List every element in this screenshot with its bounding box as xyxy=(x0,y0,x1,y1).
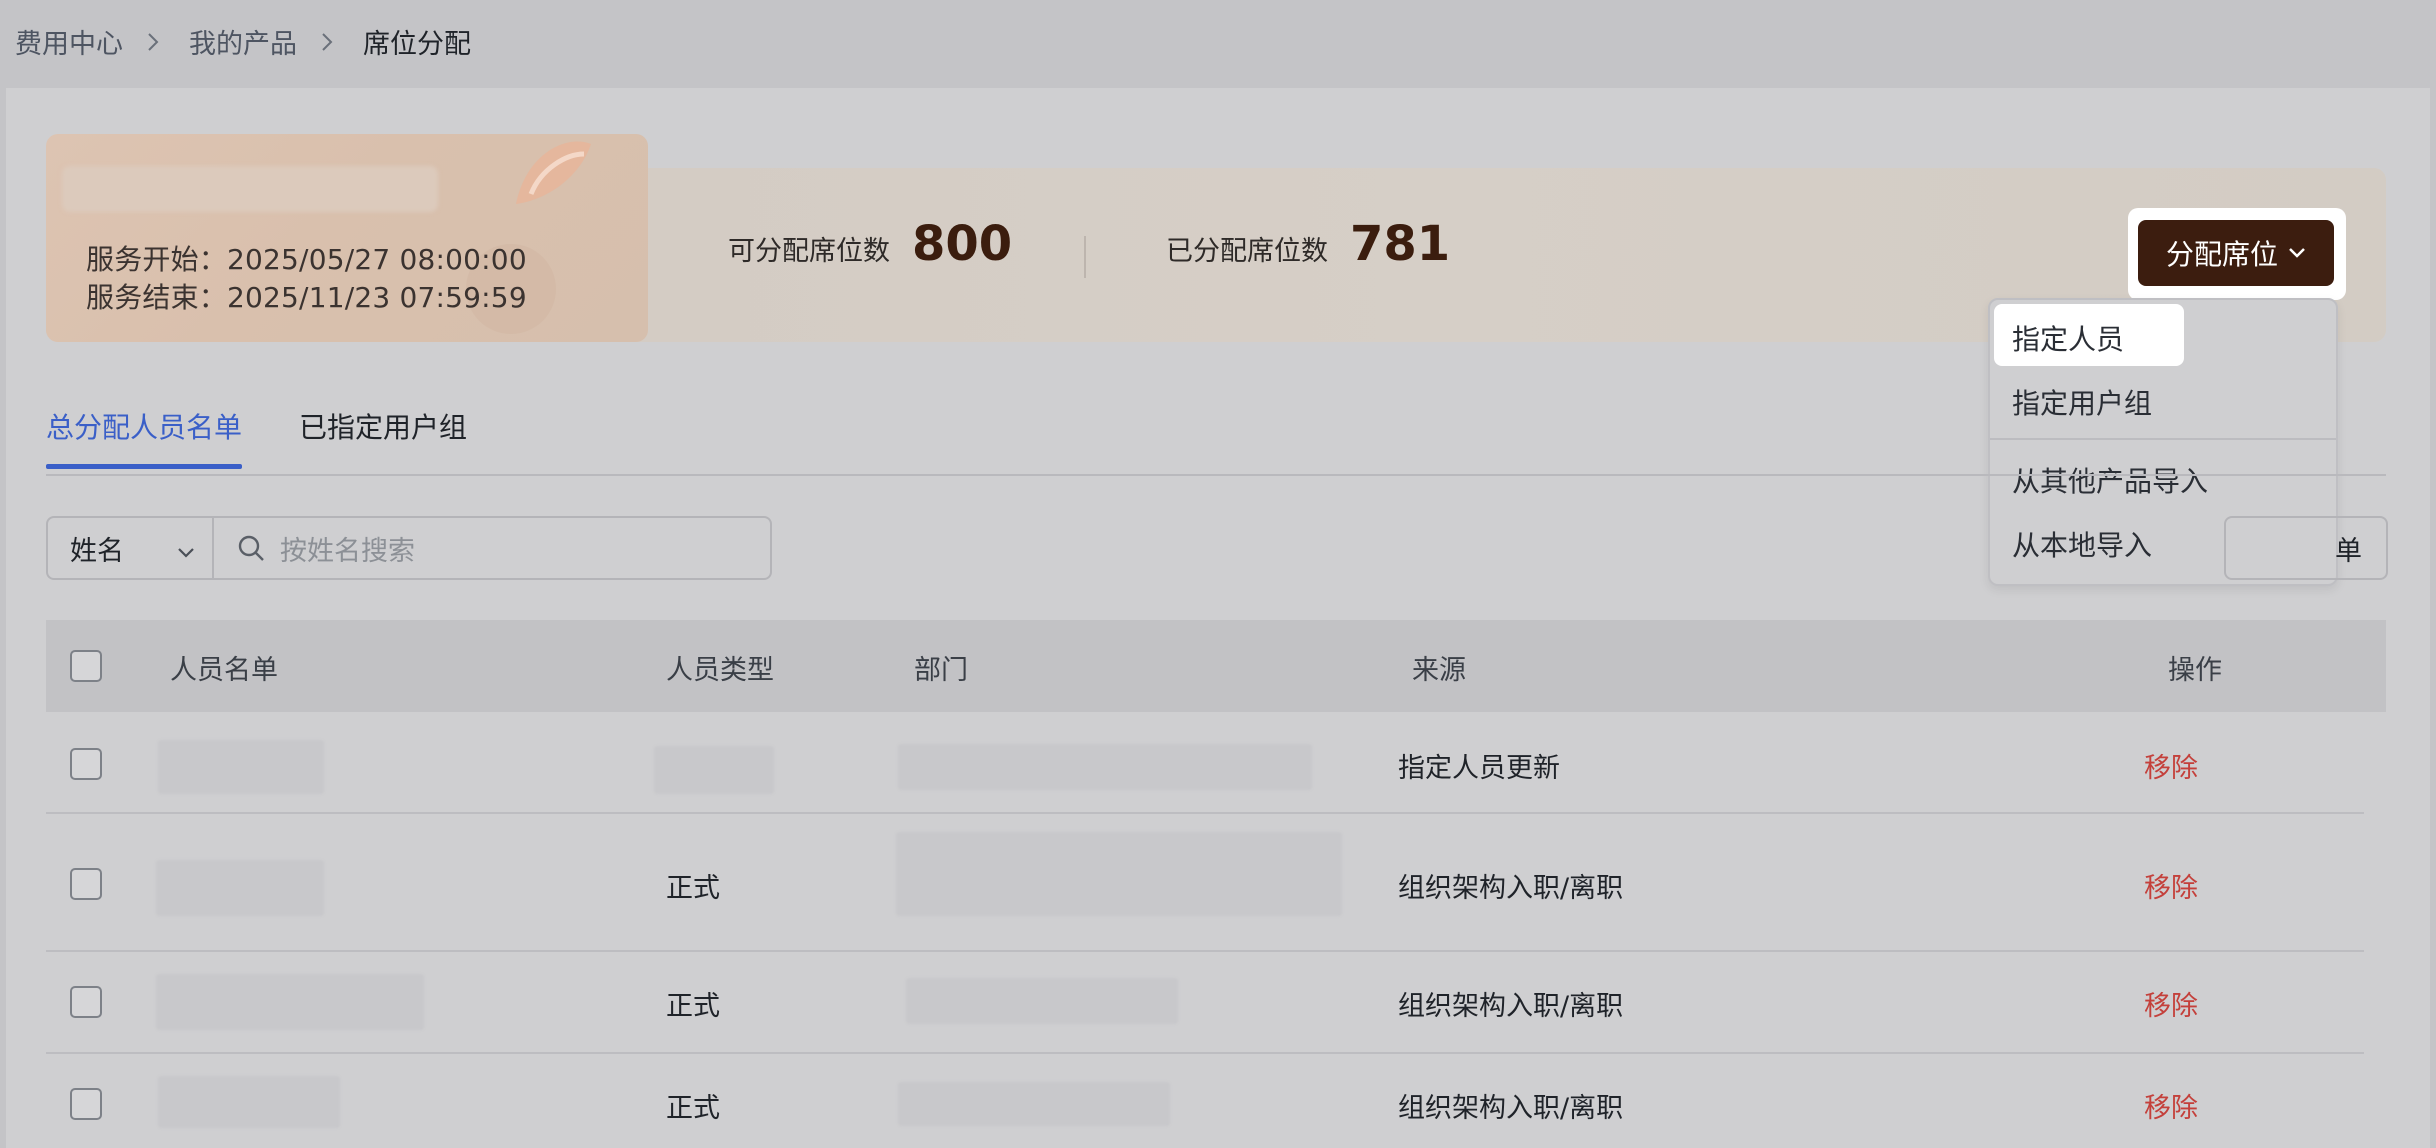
menu-item-import-local[interactable]: 从本地导入 xyxy=(2012,524,2152,564)
search-placeholder: 按姓名搜索 xyxy=(280,535,415,567)
type-cell: 正式 xyxy=(666,1093,720,1124)
service-start: 服务开始：2025/05/27 08:00:00 xyxy=(86,243,527,276)
type-cell: 正式 xyxy=(666,991,720,1022)
main-content: 服务开始：2025/05/27 08:00:00 服务结束：2025/11/23… xyxy=(6,88,2430,1148)
source-cell: 组织架构入职/离职 xyxy=(1398,1093,1624,1124)
stat-divider xyxy=(1084,236,1086,278)
search-input[interactable]: 按姓名搜索 xyxy=(212,516,772,580)
source-cell: 组织架构入职/离职 xyxy=(1398,991,1624,1022)
product-decoration-icon xyxy=(516,141,591,204)
product-name-redacted xyxy=(62,166,438,212)
remove-link[interactable]: 移除 xyxy=(2144,984,2198,1023)
chevron-down-icon xyxy=(176,536,196,567)
search-field-value: 姓名 xyxy=(70,535,124,567)
chevron-down-icon xyxy=(2288,247,2306,259)
tabs-divider xyxy=(46,474,2386,476)
table-header: 人员名单 人员类型 部门 来源 操作 xyxy=(46,620,2386,712)
remove-link[interactable]: 移除 xyxy=(2144,1086,2198,1125)
source-cell: 组织架构入职/离职 xyxy=(1398,873,1624,904)
tab-all-assigned[interactable]: 总分配人员名单 xyxy=(46,406,242,446)
name-redacted xyxy=(156,860,324,916)
allocate-seats-label: 分配席位 xyxy=(2165,238,2278,271)
menu-divider xyxy=(1990,438,2336,440)
name-redacted xyxy=(158,1076,340,1128)
department-redacted xyxy=(896,832,1342,916)
source-cell: 指定人员更新 xyxy=(1398,753,1560,784)
allocate-button-highlight: 分配席位 xyxy=(2128,208,2346,300)
top-bar: 费用中心 我的产品 席位分配 xyxy=(0,0,2436,88)
breadcrumb-item-fee-center[interactable]: 费用中心 xyxy=(15,22,123,61)
table-row: 正式 组织架构入职/离职 移除 xyxy=(46,952,2364,1054)
select-all-checkbox[interactable] xyxy=(70,650,102,682)
row-checkbox[interactable] xyxy=(70,1088,102,1120)
department-redacted xyxy=(906,978,1178,1024)
column-department: 部门 xyxy=(914,655,968,686)
table-row: 指定人员更新 移除 xyxy=(46,712,2364,814)
column-action: 操作 xyxy=(2168,655,2222,686)
menu-item-assign-person[interactable]: 指定人员 xyxy=(2012,318,2124,358)
name-redacted xyxy=(156,974,424,1030)
department-redacted xyxy=(898,744,1312,790)
remove-link[interactable]: 移除 xyxy=(2144,746,2198,785)
column-name: 人员名单 xyxy=(170,655,278,686)
name-redacted xyxy=(158,740,324,794)
assigned-seats-value: 781 xyxy=(1350,216,1451,272)
available-seats-label: 可分配席位数 xyxy=(728,236,890,267)
active-tab-indicator xyxy=(46,464,242,469)
export-list-button[interactable]: 单 xyxy=(2224,516,2388,580)
table-row: 正式 组织架构入职/离职 移除 xyxy=(46,814,2364,952)
row-checkbox[interactable] xyxy=(70,868,102,900)
assigned-seats-label: 已分配席位数 xyxy=(1166,236,1328,267)
search-icon xyxy=(236,533,266,563)
remove-link[interactable]: 移除 xyxy=(2144,866,2198,905)
department-redacted xyxy=(898,1082,1170,1126)
column-type: 人员类型 xyxy=(666,655,774,686)
type-cell: 正式 xyxy=(666,873,720,904)
available-seats: 可分配席位数 800 xyxy=(728,216,1012,272)
product-card: 服务开始：2025/05/27 08:00:00 服务结束：2025/11/23… xyxy=(46,134,648,342)
search-field-select[interactable]: 姓名 xyxy=(46,516,214,580)
breadcrumb-item-current: 席位分配 xyxy=(363,29,471,60)
row-checkbox[interactable] xyxy=(70,986,102,1018)
menu-item-import-other-product[interactable]: 从其他产品导入 xyxy=(2012,460,2208,500)
chevron-right-icon xyxy=(311,26,343,58)
row-checkbox[interactable] xyxy=(70,748,102,780)
table-row: 正式 组织架构入职/离职 移除 xyxy=(46,1054,2364,1148)
menu-item-assign-group[interactable]: 指定用户组 xyxy=(2012,382,2152,422)
allocate-seats-button[interactable]: 分配席位 xyxy=(2138,220,2334,286)
export-list-label: 单 xyxy=(2335,535,2362,567)
type-redacted xyxy=(654,746,774,794)
tab-assigned-groups[interactable]: 已指定用户组 xyxy=(299,406,467,446)
breadcrumb: 费用中心 我的产品 席位分配 xyxy=(15,22,471,61)
column-source: 来源 xyxy=(1412,655,1466,686)
breadcrumb-item-my-products[interactable]: 我的产品 xyxy=(189,22,297,61)
service-end: 服务结束：2025/11/23 07:59:59 xyxy=(86,281,527,314)
assigned-seats: 已分配席位数 781 xyxy=(1166,216,1450,272)
available-seats-value: 800 xyxy=(912,216,1013,272)
chevron-right-icon xyxy=(137,26,169,58)
